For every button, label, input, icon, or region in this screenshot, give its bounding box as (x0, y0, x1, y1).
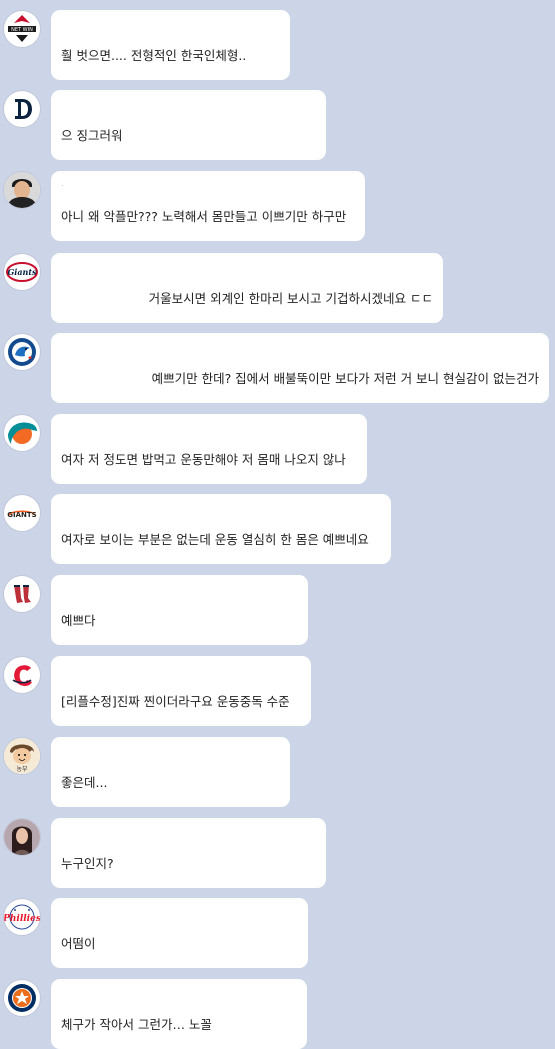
comment-text: 좋은데... (61, 775, 108, 790)
red-sox-logo-icon[interactable] (3, 575, 41, 613)
comment-list: NET WIN 훨 벗으면.... 전형적인 한국인체형.. 으 징그러워 . … (0, 0, 555, 1049)
svg-text:GIANTS: GIANTS (7, 511, 36, 519)
comment-bubble: 여자로 보이는 부분은 없는데 운동 열심히 한 몸은 예쁘네요 (51, 494, 391, 564)
comment-text: 여자 저 정도면 밥먹고 운동만해야 저 몸매 나오지 않나 (61, 452, 346, 467)
dolphins-logo-icon[interactable] (3, 414, 41, 452)
comment-text: 체구가 작아서 그런가… 노꼴 (61, 1017, 212, 1032)
comment-bubble: 어떰이 (51, 898, 308, 968)
comment-text: 아니 왜 악플만??? 노력해서 몸만들고 이쁘기만 하구만 (61, 209, 347, 224)
comment-bubble: . 아니 왜 악플만??? 노력해서 몸만들고 이쁘기만 하구만 (51, 171, 365, 241)
comment-bubble: 여자 저 정도면 밥먹고 운동만해야 저 몸매 나오지 않나 (51, 414, 367, 484)
guardians-logo-icon[interactable] (3, 656, 41, 694)
woman-photo-icon[interactable] (3, 818, 41, 856)
comment-bubble: 좋은데... (51, 737, 290, 807)
comment-bubble: 거울보시면 외계인 한마리 보시고 기겁하시겠네요 ㄷㄷ (51, 253, 443, 323)
blue-jays-logo-icon[interactable] (3, 333, 41, 371)
comment-bubble: 예쁘다 (51, 575, 308, 645)
comment-bubble: 예쁘기만 한데? 집에서 배불뚝이만 보다가 저런 거 보니 현실감이 없는건가 (51, 333, 549, 403)
astros-logo-icon[interactable] (3, 979, 41, 1017)
comment-text: 으 징그러워 (61, 128, 123, 143)
svg-text:농부: 농부 (16, 766, 28, 773)
cartoon-face-icon[interactable]: 농부 (3, 737, 41, 775)
comment-bubble: 으 징그러워 (51, 90, 326, 160)
comment-text: 어떰이 (61, 936, 96, 951)
svg-text:Giants: Giants (7, 267, 37, 277)
comment-bubble: 훨 벗으면.... 전형적인 한국인체형.. (51, 10, 290, 80)
comment-text: [리플수정]진짜 찐이더라구요 운동중독 수준 (61, 694, 290, 709)
phillies-logo-icon[interactable]: Phillies (3, 898, 41, 936)
netwin-logo-icon[interactable]: NET WIN (3, 10, 41, 48)
comment-text: 예쁘기만 한데? 집에서 배불뚝이만 보다가 저런 거 보니 현실감이 없는건가 (151, 371, 539, 386)
comment-bubble: 체구가 작아서 그런가… 노꼴 (51, 979, 307, 1049)
player-photo-icon[interactable] (3, 171, 41, 209)
giants-logo-icon[interactable]: Giants (3, 253, 41, 291)
comment-bubble: [리플수정]진짜 찐이더라구요 운동중독 수준 (51, 656, 311, 726)
svg-text:NET WIN: NET WIN (11, 27, 33, 33)
nickname-blurred: . (61, 179, 65, 189)
comment-text: 여자로 보이는 부분은 없는데 운동 열심히 한 몸은 예쁘네요 (61, 532, 369, 547)
comment-text: 예쁘다 (61, 613, 96, 628)
comment-text: 누구인지? (61, 856, 114, 871)
tigers-d-logo-icon[interactable] (3, 90, 41, 128)
comment-text: 훨 벗으면.... 전형적인 한국인체형.. (61, 48, 247, 63)
comment-bubble: 누구인지? (51, 818, 326, 888)
comment-text: 거울보시면 외계인 한마리 보시고 기겁하시겠네요 ㄷㄷ (148, 291, 433, 306)
svg-text:Phillies: Phillies (4, 914, 40, 924)
sf-giants-logo-icon[interactable]: GIANTS (3, 494, 41, 532)
